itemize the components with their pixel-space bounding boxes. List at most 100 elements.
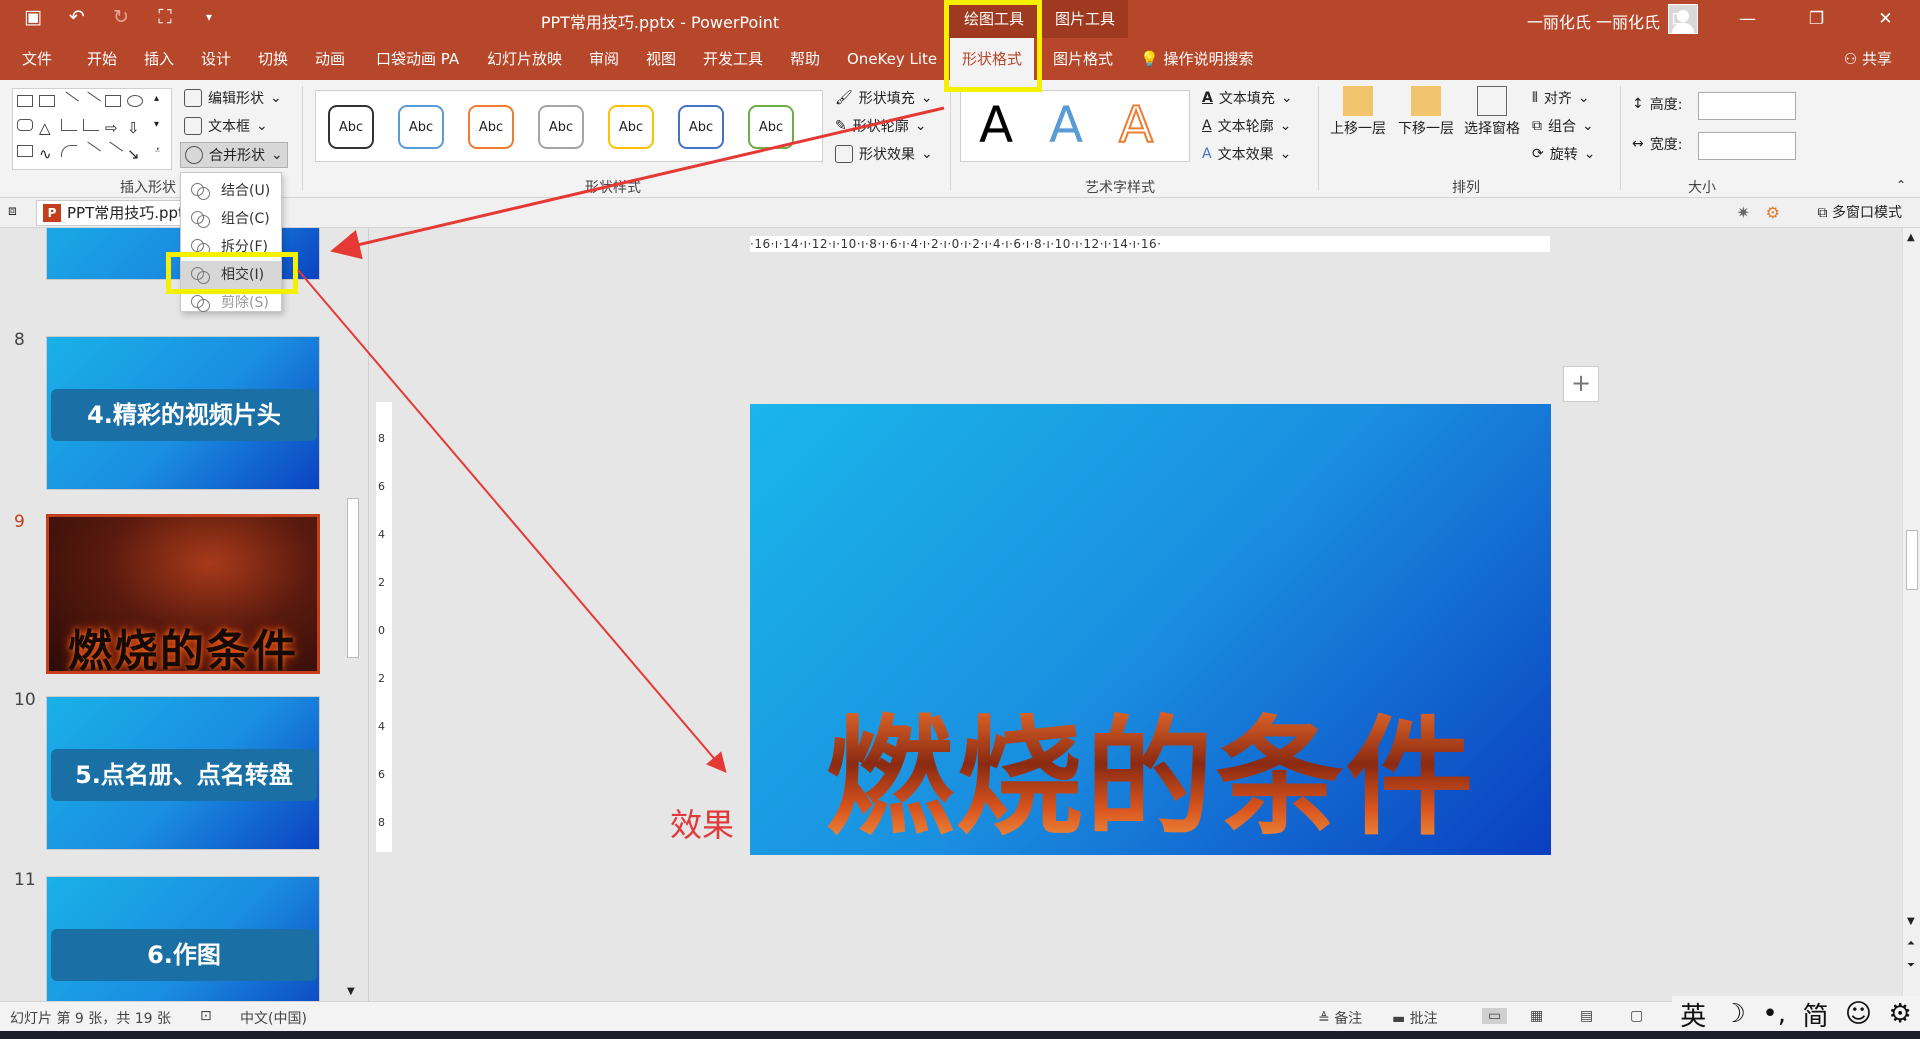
tell-me-search[interactable]: 💡 操作说明搜索 (1140, 38, 1253, 80)
shape-effects-button[interactable]: 形状效果 ⌄ (835, 144, 933, 164)
document-tab[interactable]: PPT常用技巧.pptx (36, 200, 181, 226)
multi-window-mode[interactable]: ⧉ 多窗口模式 (1818, 200, 1902, 226)
restore-icon[interactable]: ❐ (1782, 0, 1851, 38)
normal-view-icon[interactable]: ▭ (1482, 1008, 1508, 1024)
shape-style-gray[interactable]: Abc (538, 105, 584, 149)
merge-shapes-button[interactable]: 合并形状 ⌄ (180, 142, 288, 168)
align-button[interactable]: ⫴ 对齐 ⌄ (1532, 88, 1590, 108)
diagonal-line-shape-icon[interactable] (81, 141, 101, 161)
ime-mode-toggle[interactable]: 英 (1680, 996, 1706, 1033)
scrollbar-thumb[interactable] (347, 498, 359, 658)
thumbnail-slide-9[interactable]: 燃烧的条件 (46, 514, 320, 674)
tab-design[interactable]: 设计 (201, 38, 231, 80)
send-backward-button[interactable]: 下移一层 (1398, 86, 1454, 138)
shape-style-dark-blue[interactable]: Abc (678, 105, 724, 149)
down-arrow-shape-icon[interactable]: ⇩ (127, 119, 143, 137)
elbow-connector-shape-icon[interactable] (61, 119, 77, 131)
curve-shape-icon[interactable]: ↘ (127, 145, 143, 163)
gear-icon[interactable]: ⚙ (1766, 203, 1780, 222)
tab-slideshow[interactable]: 幻灯片放映 (487, 38, 562, 80)
rounded-rect-shape-icon[interactable] (17, 119, 33, 131)
close-icon[interactable]: ✕ (1851, 0, 1920, 38)
freeform-shape-icon[interactable] (17, 145, 33, 157)
simplified-toggle[interactable]: 简 (1802, 996, 1828, 1033)
menu-item-union[interactable]: 结合(U) (181, 177, 281, 205)
tab-animations[interactable]: 动画 (315, 38, 345, 80)
shape-gallery[interactable]: △ ⇨ ⇩ ∿ ↘ ▴ ▾ ⩡ (12, 88, 172, 170)
scroll-down-icon[interactable]: ▼ (347, 986, 355, 997)
slide-title[interactable]: 燃烧的条件 (750, 704, 1551, 854)
ime-settings-icon[interactable]: ⚙ (1888, 999, 1911, 1029)
share-button[interactable]: ⚇ 共享 (1844, 38, 1892, 80)
wordart-style-orange-outline[interactable]: A (1118, 95, 1154, 155)
shape-style-green[interactable]: Abc (748, 105, 794, 149)
current-slide[interactable]: 燃烧的条件 (750, 404, 1551, 855)
shape-outline-button[interactable]: ✎ 形状轮廓 ⌄ (835, 116, 926, 136)
bring-forward-button[interactable]: 上移一层 (1330, 86, 1386, 138)
slide-scrollbar[interactable]: ▲ ▼ ⏶ ⏷ (1902, 228, 1920, 1001)
tab-help[interactable]: 帮助 (790, 38, 820, 80)
wordart-style-blue[interactable]: A (1049, 95, 1083, 155)
emoji-icon[interactable]: ☺ (1845, 999, 1872, 1029)
triangle-shape-icon[interactable]: △ (39, 119, 55, 137)
arc-shape-icon[interactable] (61, 145, 77, 157)
text-outline-button[interactable]: A 文本轮廓 ⌄ (1202, 116, 1291, 136)
moon-icon[interactable]: ☽ (1723, 999, 1746, 1029)
spellcheck-icon[interactable]: ⊡ (200, 1008, 212, 1024)
tab-onekey[interactable]: OneKey Lite (847, 38, 937, 80)
shape-style-orange[interactable]: Abc (468, 105, 514, 149)
oval-shape-icon[interactable] (127, 95, 143, 107)
tab-home[interactable]: 开始 (87, 38, 117, 80)
tab-file[interactable]: 文件 (22, 38, 52, 80)
scrollbar-thumb[interactable] (1906, 530, 1918, 590)
shape-style-black[interactable]: Abc (328, 105, 374, 149)
group-button[interactable]: ⧉ 组合 ⌄ (1532, 116, 1594, 136)
scroll-up-icon[interactable]: ▲ (347, 232, 355, 243)
shape-style-gold[interactable]: Abc (608, 105, 654, 149)
tab-insert[interactable]: 插入 (144, 38, 174, 80)
text-effects-button[interactable]: A 文本效果 ⌄ (1202, 144, 1291, 164)
previous-slide-icon[interactable]: ⏶ (1907, 938, 1915, 949)
settings-icon[interactable]: ✷ (1737, 203, 1750, 222)
rotate-button[interactable]: ⟳ 旋转 ⌄ (1532, 144, 1595, 164)
height-input[interactable] (1698, 92, 1796, 120)
wordart-style-black[interactable]: A (979, 95, 1013, 155)
language-status[interactable]: 中文(中国) (240, 1008, 307, 1028)
shape-styles-gallery[interactable]: Abc Abc Abc Abc Abc Abc Abc (315, 90, 823, 162)
right-arrow-shape-icon[interactable]: ⇨ (105, 119, 121, 137)
comments-button[interactable]: ▬ 批注 (1392, 1008, 1438, 1028)
notes-button[interactable]: ≜ 备注 (1318, 1008, 1362, 1028)
gallery-up-icon[interactable]: ▴ (154, 93, 164, 105)
ribbon-display-icon[interactable]: ⊡ (1644, 0, 1713, 38)
edit-shape-button[interactable]: 编辑形状 ⌄ (184, 88, 282, 108)
slide-sorter-view-icon[interactable]: ▦ (1530, 1008, 1543, 1024)
text-box-button[interactable]: 文本框 ⌄ (184, 116, 268, 136)
tab-review[interactable]: 审阅 (589, 38, 619, 80)
rectangle-shape-icon[interactable] (105, 95, 121, 107)
slideshow-view-icon[interactable]: ▢ (1630, 1008, 1643, 1024)
punctuation-icon[interactable]: •, (1762, 999, 1786, 1029)
arrow-line-shape-icon[interactable] (81, 91, 101, 111)
scroll-down-icon[interactable]: ▼ (1907, 916, 1915, 927)
tab-picture-format[interactable]: 图片格式 (1053, 38, 1113, 80)
shape-fill-button[interactable]: 🖌 形状填充 ⌄ (835, 88, 933, 108)
selection-pane-button[interactable]: 选择窗格 (1464, 86, 1520, 138)
thumbnail-slide-8[interactable]: 4.精彩的视频片头 (46, 336, 320, 490)
line-shape-icon[interactable] (59, 91, 79, 111)
vertical-textbox-shape-icon[interactable] (39, 95, 55, 107)
collapse-ribbon-icon[interactable]: ⌃ (1896, 178, 1906, 192)
text-fill-button[interactable]: A 文本填充 ⌄ (1202, 88, 1293, 108)
reading-view-icon[interactable]: ▤ (1580, 1008, 1593, 1024)
thumbnail-slide-10[interactable]: 5.点名册、点名转盘 (46, 696, 320, 850)
thumbnail-slide-11[interactable]: 6.作图 (46, 876, 320, 1001)
width-input[interactable] (1698, 132, 1796, 160)
tab-transitions[interactable]: 切换 (258, 38, 288, 80)
shape-style-blue[interactable]: Abc (398, 105, 444, 149)
scroll-up-icon[interactable]: ▲ (1907, 232, 1915, 243)
tab-developer[interactable]: 开发工具 (703, 38, 763, 80)
minimize-icon[interactable]: — (1713, 0, 1782, 38)
window-icon[interactable]: ⧈ (8, 203, 17, 219)
menu-item-combine[interactable]: 组合(C) (181, 205, 281, 233)
diagonal-arrow-shape-icon[interactable] (103, 141, 123, 161)
textbox-shape-icon[interactable] (17, 95, 33, 107)
